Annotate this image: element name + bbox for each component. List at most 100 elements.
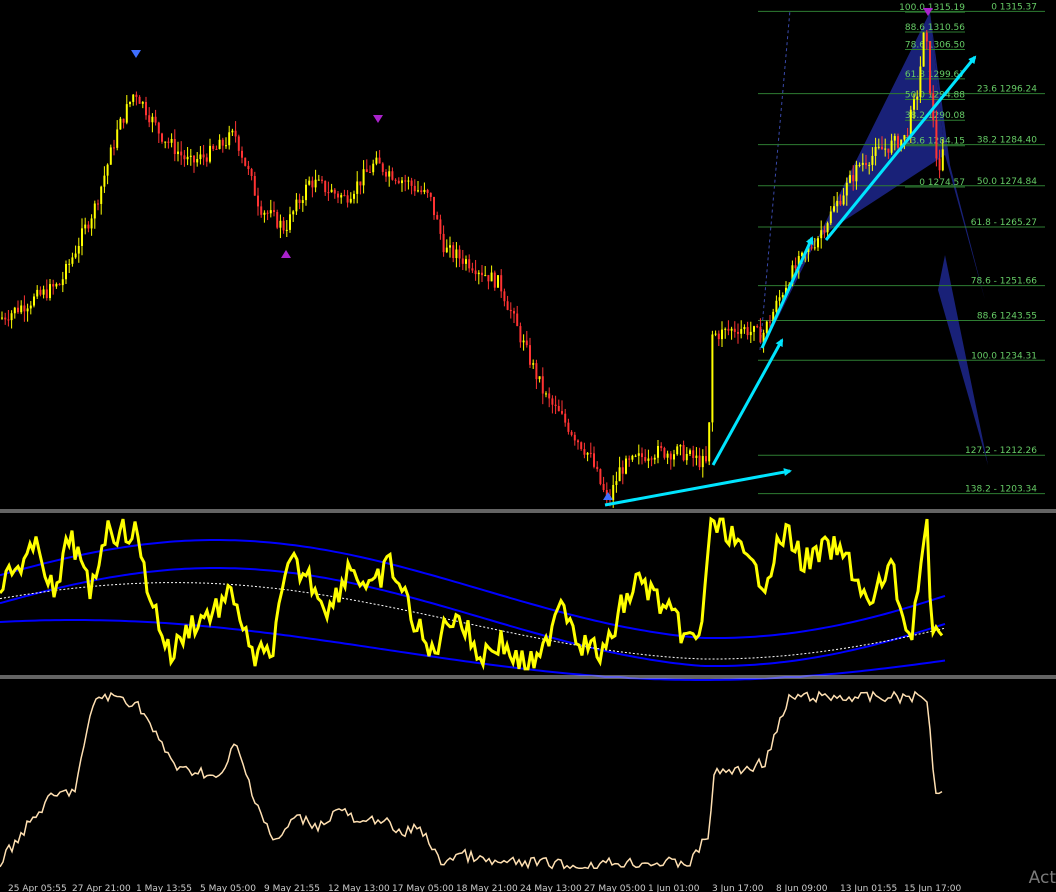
candle-body bbox=[87, 224, 90, 229]
candle-body bbox=[935, 119, 938, 159]
candle-body bbox=[599, 469, 602, 484]
candle-body bbox=[381, 163, 384, 172]
candle-body bbox=[55, 283, 58, 287]
candle-body bbox=[778, 297, 781, 301]
candle-body bbox=[727, 328, 730, 331]
candle-body bbox=[884, 148, 887, 150]
candle-body bbox=[266, 212, 269, 214]
candle-body bbox=[103, 175, 106, 187]
candle-body bbox=[65, 263, 67, 280]
candle-body bbox=[839, 200, 842, 205]
fib-level-label: 88.6 1243.55 bbox=[977, 312, 1037, 322]
candle-body bbox=[391, 171, 394, 180]
candle-body bbox=[122, 118, 125, 123]
candle-body bbox=[340, 195, 343, 198]
candle-body bbox=[333, 189, 336, 194]
candle-body bbox=[653, 457, 656, 460]
candle-body bbox=[861, 162, 864, 165]
candle-body bbox=[503, 291, 506, 302]
candle-body bbox=[244, 157, 247, 166]
candle-body bbox=[221, 139, 224, 146]
candle-body bbox=[253, 176, 256, 196]
candle-body bbox=[647, 458, 650, 461]
candle-body bbox=[919, 66, 922, 97]
candle-body bbox=[567, 422, 570, 432]
candle-body bbox=[513, 311, 515, 314]
candle-body bbox=[205, 157, 208, 162]
candle-body bbox=[618, 467, 621, 482]
chart-area: 0 1315.37 23.6 1296.24 38.2 1284.40 50.0 12… bbox=[0, 2, 1056, 892]
candle-body bbox=[442, 233, 445, 253]
candle-body bbox=[250, 169, 253, 177]
time-axis: 25 Apr 05:55 27 Apr 21:00 1 May 13:55 5 May… bbox=[0, 509, 1056, 892]
candle-body bbox=[874, 146, 877, 156]
candle-body bbox=[100, 186, 103, 204]
candle-body bbox=[701, 456, 704, 468]
candle-body bbox=[199, 154, 202, 160]
candle-body bbox=[583, 449, 586, 455]
candle-body bbox=[602, 483, 605, 491]
candle-body bbox=[490, 272, 493, 282]
candle-body bbox=[260, 206, 263, 215]
candle-body bbox=[81, 228, 83, 246]
candle-body bbox=[234, 130, 237, 137]
candle-body bbox=[308, 180, 311, 185]
candle-body bbox=[714, 333, 717, 335]
fib-inner-label: 78.6 1306.50 bbox=[905, 41, 965, 51]
fractal-marker bbox=[373, 115, 383, 123]
candle-body bbox=[321, 179, 323, 181]
candle-body bbox=[541, 376, 544, 394]
trend-arrow bbox=[604, 468, 792, 507]
candle-body bbox=[423, 189, 426, 193]
candle-body bbox=[426, 189, 429, 193]
candle-body bbox=[177, 151, 179, 155]
band-middle bbox=[0, 567, 946, 667]
candle-body bbox=[7, 319, 10, 321]
candle-body bbox=[817, 238, 819, 248]
candle-body bbox=[353, 193, 355, 199]
candle-body bbox=[477, 272, 480, 275]
candle-body bbox=[487, 275, 490, 282]
candle-body bbox=[692, 450, 695, 458]
fractal-marker bbox=[281, 250, 291, 258]
candle-body bbox=[833, 206, 835, 212]
candle-body bbox=[881, 146, 883, 150]
candle-body bbox=[196, 159, 199, 163]
candle-body bbox=[346, 195, 349, 203]
candle-body bbox=[551, 398, 554, 405]
candle-body bbox=[375, 157, 378, 164]
candle-body bbox=[119, 118, 122, 130]
candle-body bbox=[61, 279, 64, 286]
candle-body bbox=[593, 453, 595, 467]
fib-level-label: 38.2 1284.40 bbox=[977, 136, 1037, 146]
candle-body bbox=[673, 454, 675, 460]
candle-body bbox=[215, 148, 218, 150]
fib-level-label: 50.0 1274.84 bbox=[977, 177, 1037, 187]
candle-body bbox=[660, 445, 663, 449]
candle-body bbox=[721, 329, 723, 340]
candle-body bbox=[314, 179, 317, 188]
watermark-text: Act bbox=[1028, 868, 1056, 888]
candle-body bbox=[116, 129, 119, 148]
candle-body bbox=[247, 165, 250, 170]
candle-body bbox=[317, 179, 320, 181]
candle-body bbox=[180, 151, 183, 156]
candle-body bbox=[202, 154, 205, 158]
candle-body bbox=[29, 305, 32, 309]
candle-body bbox=[650, 458, 653, 460]
candle-body bbox=[276, 211, 279, 228]
candle-body bbox=[148, 115, 151, 123]
candle-body bbox=[612, 484, 615, 501]
candle-body bbox=[157, 122, 160, 134]
fib-inner-label: 88.6 1310.56 bbox=[905, 23, 965, 33]
candle-body bbox=[890, 140, 893, 153]
candle-body bbox=[689, 450, 691, 454]
candle-body bbox=[394, 179, 397, 181]
candle-body bbox=[893, 136, 896, 141]
candle-body bbox=[580, 442, 583, 450]
candle-body bbox=[705, 456, 707, 462]
candle-body bbox=[538, 376, 541, 380]
time-label: 5 May 05:00 bbox=[200, 884, 256, 892]
candle-body bbox=[167, 141, 170, 143]
candle-body bbox=[13, 307, 16, 314]
